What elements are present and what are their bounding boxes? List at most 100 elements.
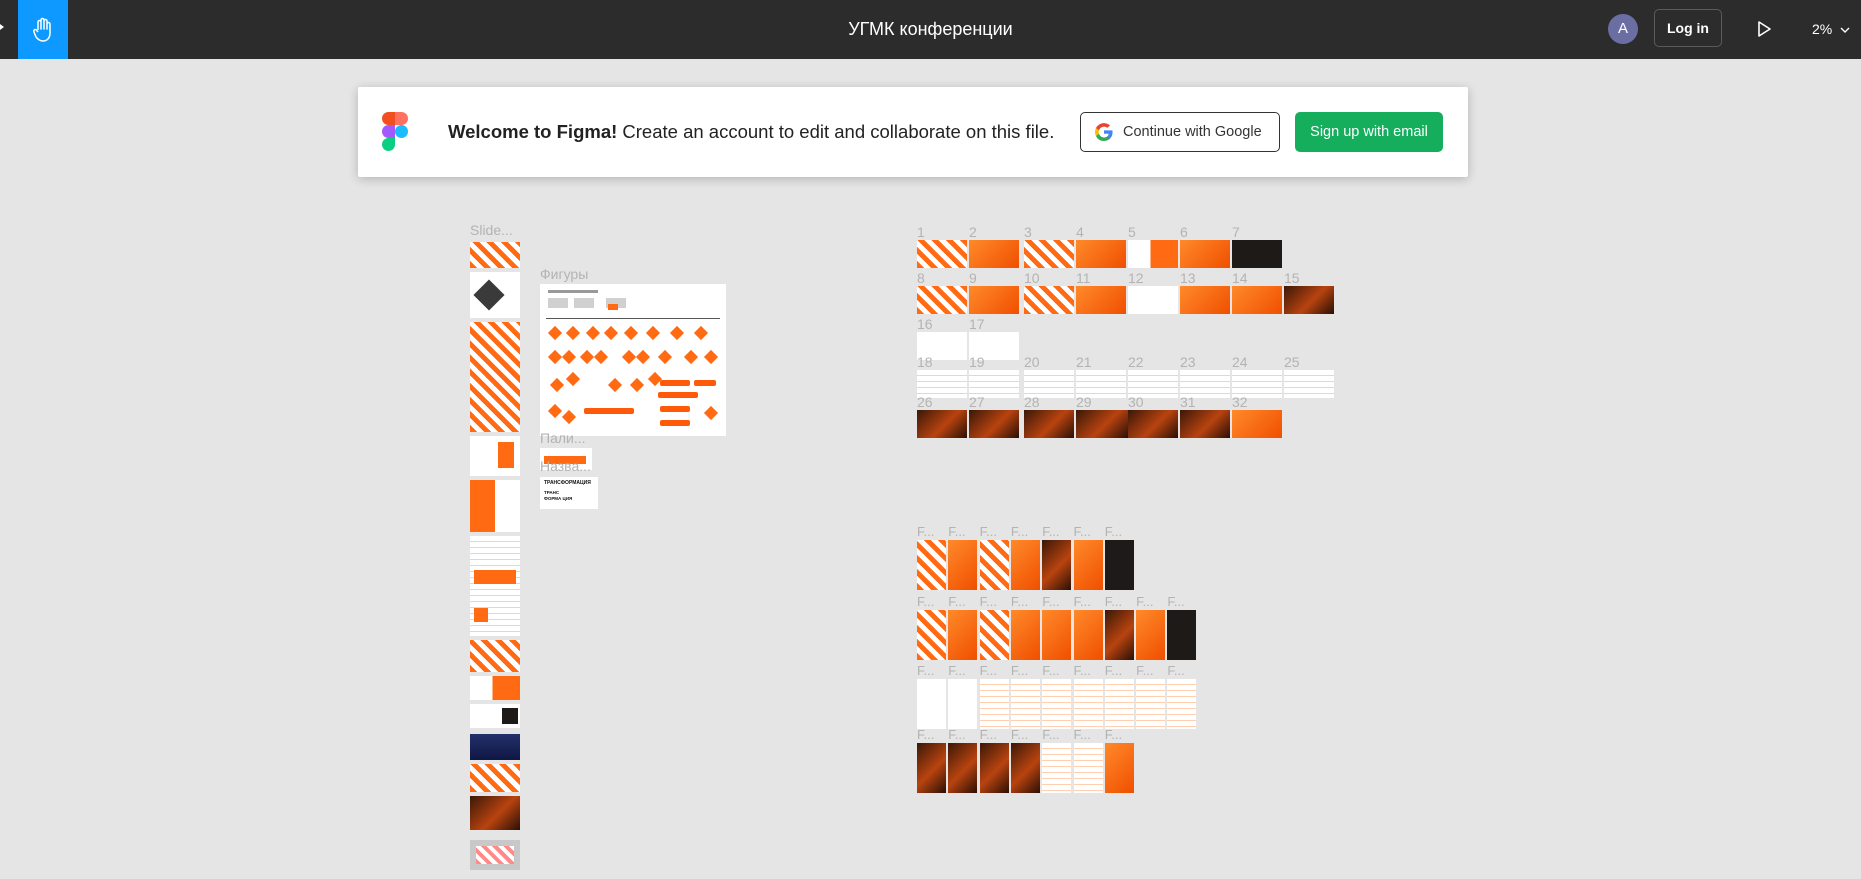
frame-thumbnail[interactable]: [1042, 743, 1072, 793]
frame-thumbnail[interactable]: [917, 743, 946, 793]
section-label-names[interactable]: Назва...: [540, 458, 591, 474]
slide-number-label[interactable]: 7: [1232, 224, 1240, 240]
frame-thumbnail[interactable]: [948, 743, 978, 793]
frame-thumbnail[interactable]: [1136, 610, 1166, 660]
frame-thumbnail[interactable]: [1073, 679, 1103, 729]
section-label-palette[interactable]: Пали...: [540, 430, 586, 446]
menu-caret-icon[interactable]: [0, 24, 4, 30]
slide-frame[interactable]: [1284, 286, 1334, 314]
frame-thumbnail[interactable]: [1010, 679, 1040, 729]
frame-label[interactable]: F...: [980, 663, 997, 678]
frame-label[interactable]: F...: [917, 524, 934, 539]
frame-thumbnail[interactable]: [1167, 610, 1197, 660]
slide-frame[interactable]: [1128, 410, 1178, 438]
slide-thumbnail[interactable]: [470, 480, 520, 532]
slide-number-label[interactable]: 27: [969, 394, 985, 410]
section-label-slides[interactable]: Slide...: [470, 222, 513, 238]
slide-number-label[interactable]: 17: [969, 316, 985, 332]
slide-number-label[interactable]: 23: [1180, 354, 1196, 370]
slide-number-label[interactable]: 18: [917, 354, 933, 370]
frame-thumbnail[interactable]: [917, 679, 946, 729]
frame-thumbnail[interactable]: [1073, 610, 1103, 660]
slide-frame[interactable]: [1076, 286, 1126, 314]
slide-frame[interactable]: [1128, 240, 1178, 268]
slide-number-label[interactable]: 2: [969, 224, 977, 240]
frame-label[interactable]: F...: [1011, 663, 1028, 678]
frame-label[interactable]: F...: [917, 727, 934, 742]
slide-number-label[interactable]: 21: [1076, 354, 1092, 370]
slide-number-label[interactable]: 11: [1076, 270, 1091, 286]
slide-number-label[interactable]: 30: [1128, 394, 1144, 410]
figures-frame[interactable]: [540, 284, 726, 436]
frame-thumbnail[interactable]: [1010, 743, 1040, 793]
slide-number-label[interactable]: 26: [917, 394, 933, 410]
slide-thumbnail[interactable]: [470, 676, 520, 700]
login-button[interactable]: Log in: [1654, 9, 1722, 47]
zoom-dropdown[interactable]: 2%: [1812, 0, 1850, 59]
slide-number-label[interactable]: 15: [1284, 270, 1300, 286]
frame-label[interactable]: F...: [1136, 594, 1153, 609]
frame-label[interactable]: F...: [917, 663, 934, 678]
frame-thumbnail[interactable]: [979, 679, 1009, 729]
slide-frame[interactable]: [969, 286, 1019, 314]
slide-thumbnail[interactable]: [470, 640, 520, 672]
frame-label[interactable]: F...: [948, 727, 965, 742]
slide-number-label[interactable]: 19: [969, 354, 985, 370]
frame-label[interactable]: F...: [1105, 663, 1122, 678]
slide-number-label[interactable]: 31: [1180, 394, 1196, 410]
sign-up-with-email-button[interactable]: Sign up with email: [1295, 112, 1443, 152]
slide-frame[interactable]: [1024, 286, 1074, 314]
frame-thumbnail[interactable]: [1104, 743, 1134, 793]
user-avatar[interactable]: A: [1608, 14, 1638, 44]
slide-number-label[interactable]: 20: [1024, 354, 1040, 370]
frame-label[interactable]: F...: [948, 524, 965, 539]
frame-label[interactable]: F...: [1105, 524, 1122, 539]
frame-label[interactable]: F...: [1105, 727, 1122, 742]
slide-number-label[interactable]: 32: [1232, 394, 1248, 410]
slide-frame[interactable]: [1232, 286, 1282, 314]
play-icon[interactable]: [1752, 16, 1776, 42]
frame-thumbnail[interactable]: [1073, 743, 1103, 793]
slide-frame[interactable]: [969, 410, 1019, 438]
frame-thumbnail[interactable]: [1010, 610, 1040, 660]
slide-number-label[interactable]: 24: [1232, 354, 1248, 370]
slide-number-label[interactable]: 1: [917, 224, 925, 240]
slide-frame[interactable]: [1284, 370, 1334, 398]
frame-label[interactable]: F...: [917, 594, 934, 609]
slide-number-label[interactable]: 14: [1232, 270, 1248, 286]
frame-thumbnail[interactable]: [979, 610, 1009, 660]
frame-label[interactable]: F...: [1167, 663, 1184, 678]
slide-thumbnail[interactable]: [470, 704, 520, 728]
frame-thumbnail[interactable]: [1104, 610, 1134, 660]
slide-thumbnail[interactable]: [470, 796, 520, 830]
frame-thumbnail[interactable]: [1010, 540, 1040, 590]
frame-label[interactable]: F...: [948, 663, 965, 678]
slide-number-label[interactable]: 25: [1284, 354, 1300, 370]
slide-frame[interactable]: [1076, 240, 1126, 268]
frame-thumbnail[interactable]: [948, 540, 978, 590]
frame-thumbnail[interactable]: [1104, 679, 1134, 729]
slide-thumbnail[interactable]: [470, 322, 520, 432]
frame-label[interactable]: F...: [1074, 524, 1091, 539]
frame-thumbnail[interactable]: [917, 540, 946, 590]
frame-label[interactable]: F...: [1011, 594, 1028, 609]
frame-label[interactable]: F...: [980, 727, 997, 742]
slide-frame[interactable]: [969, 240, 1019, 268]
slide-number-label[interactable]: 3: [1024, 224, 1032, 240]
slide-number-label[interactable]: 29: [1076, 394, 1092, 410]
slide-number-label[interactable]: 16: [917, 316, 933, 332]
slide-frame[interactable]: [1232, 410, 1282, 438]
slide-thumbnail[interactable]: [470, 734, 520, 760]
frame-label[interactable]: F...: [1167, 594, 1184, 609]
slide-number-label[interactable]: 9: [969, 270, 977, 286]
slide-number-label[interactable]: 8: [917, 270, 925, 286]
slide-number-label[interactable]: 12: [1128, 270, 1144, 286]
frame-label[interactable]: F...: [1105, 594, 1122, 609]
slide-frame[interactable]: [917, 240, 967, 268]
frame-thumbnail[interactable]: [1073, 540, 1103, 590]
frame-thumbnail[interactable]: [948, 610, 978, 660]
slide-frame[interactable]: [1180, 240, 1230, 268]
frame-label[interactable]: F...: [1042, 524, 1059, 539]
frame-label[interactable]: F...: [1074, 727, 1091, 742]
slide-frame[interactable]: [1180, 410, 1230, 438]
